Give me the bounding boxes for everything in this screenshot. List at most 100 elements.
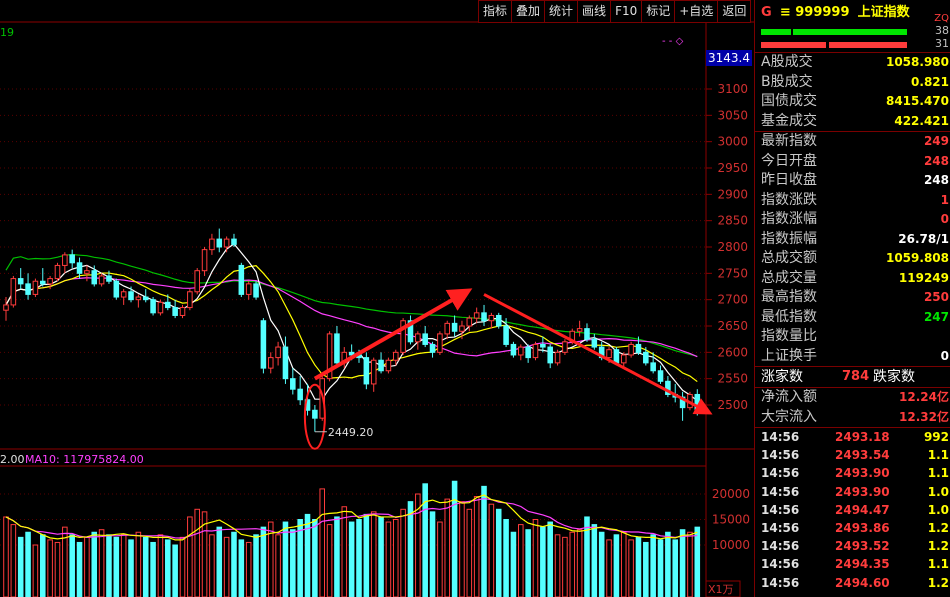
candle-body xyxy=(473,312,480,319)
volume-bar xyxy=(113,536,120,597)
toolbar-button-4[interactable]: F10 xyxy=(610,0,643,23)
volume-bar xyxy=(150,541,156,597)
candle-body xyxy=(591,338,598,348)
volume-bar xyxy=(532,519,539,597)
volume-bar xyxy=(525,529,531,597)
volume-bar xyxy=(378,516,384,597)
index-row-6-label: 总成交额 xyxy=(761,250,817,266)
candle-body xyxy=(554,351,561,364)
candle-body xyxy=(290,378,296,390)
trade-row-8: 14:56 2494.60 1.2 xyxy=(755,574,950,592)
candle-body xyxy=(3,304,9,311)
stock-name: 上证指数 xyxy=(857,5,910,20)
toolbar-button-0[interactable]: 指标 xyxy=(478,0,513,23)
quote-panel: G ≡ 999999 上证指数 ZQ 38 31 A股成交 1058.980 B股成… xyxy=(754,0,950,597)
volume-bar xyxy=(17,536,24,597)
candle-body xyxy=(429,343,436,353)
trade-time: 14:56 xyxy=(761,502,800,517)
trade-row-4: 14:56 2494.47 1.0 xyxy=(755,501,950,519)
trade-price: 2493.90 xyxy=(835,466,890,481)
trade-price: 2494.47 xyxy=(835,502,890,517)
volume-bar xyxy=(290,529,296,597)
volume-bar xyxy=(363,513,370,597)
trade-volume: 1.1 xyxy=(927,557,949,572)
toolbar-button-5[interactable]: 标记 xyxy=(641,0,676,23)
candle-body xyxy=(157,301,164,314)
trade-volume: 1.0 xyxy=(927,502,949,517)
kline-chart[interactable]: 3100 3050 3000 2950 2900 2850 2800 2750 2700 2650… xyxy=(0,0,754,597)
volume-bar xyxy=(223,536,230,597)
candle-body xyxy=(91,270,98,285)
candle-body xyxy=(187,291,193,309)
candle-body xyxy=(76,262,83,274)
volume-bar xyxy=(69,534,75,597)
candle-body xyxy=(510,343,517,356)
advance-bar: 38 xyxy=(755,24,950,39)
volume-bar xyxy=(466,508,473,597)
volume-label-left: 2.00 xyxy=(0,453,25,466)
volume-bar xyxy=(650,534,656,597)
corner-label: 19 xyxy=(0,26,14,39)
volume-bar xyxy=(392,519,399,597)
up-count-value: 784 xyxy=(842,369,870,384)
volume-bar xyxy=(370,511,377,597)
candle-body xyxy=(422,333,428,345)
candle-body xyxy=(562,341,568,353)
candle-body xyxy=(459,325,465,332)
volume-bar xyxy=(554,534,561,597)
candle-body xyxy=(378,359,384,372)
candle-body xyxy=(223,238,230,248)
volume-bar xyxy=(128,539,134,597)
ma10-line xyxy=(5,265,698,383)
volume-bar xyxy=(179,536,186,597)
candle-body xyxy=(267,357,274,369)
candle-body xyxy=(532,343,539,359)
candle-body xyxy=(142,296,149,301)
volume-bar xyxy=(120,534,127,597)
candle-body xyxy=(179,307,186,316)
volume-unit-label: X1万 xyxy=(708,583,734,596)
volume-bar xyxy=(135,531,142,597)
candle-body xyxy=(584,328,590,340)
volume-bar xyxy=(39,534,46,597)
index-row-1: 今日开盘 248 xyxy=(755,152,950,172)
index-row-9-label: 最低指数 xyxy=(761,308,817,325)
index-row-8-value: 250 xyxy=(923,290,949,304)
volume-bar xyxy=(584,516,590,597)
candle-body xyxy=(385,359,392,372)
candle-body xyxy=(260,320,267,369)
volume-bar xyxy=(459,501,465,597)
candle-body xyxy=(32,280,39,295)
trade-volume: 1.0 xyxy=(927,484,949,499)
index-row-2: 昨日收盘 248 xyxy=(755,171,950,191)
tick-trade-list[interactable]: 14:56 2493.18 992 14:56 2493.54 1.1 14:56 2493.… xyxy=(755,428,950,592)
candle-body xyxy=(106,275,112,282)
volume-bar xyxy=(326,524,333,597)
volume-bar xyxy=(84,536,90,597)
volume-bar xyxy=(319,488,326,597)
candle-body xyxy=(312,409,318,419)
toolbar-button-2[interactable]: 统计 xyxy=(544,0,579,23)
toolbar-button-1[interactable]: 叠加 xyxy=(511,0,546,23)
candle-body xyxy=(39,280,46,285)
volume-bar xyxy=(451,480,458,597)
volume-bar xyxy=(385,521,392,597)
index-row-7: 总成交量 119249 xyxy=(755,269,950,289)
candle-body xyxy=(216,238,223,248)
candle-body xyxy=(518,346,524,356)
trade-row-1: 14:56 2493.54 1.1 xyxy=(755,446,950,464)
volume-bar xyxy=(304,513,311,597)
toolbar-button-7[interactable]: 返回 xyxy=(717,0,752,23)
index-row-0: 最新指数 249 xyxy=(755,132,950,152)
toolbar-button-6[interactable]: +自选 xyxy=(674,0,719,23)
volume-bar xyxy=(679,529,686,597)
volume-row-3: 基金成交 422.421 xyxy=(755,112,950,132)
volume-bar xyxy=(76,541,83,597)
candle-body xyxy=(437,333,443,353)
low-point-label: 2449.20 xyxy=(328,426,374,439)
candle-body xyxy=(451,322,458,332)
index-row-6: 总成交额 1059.808 xyxy=(755,249,950,269)
toolbar-button-3[interactable]: 画线 xyxy=(577,0,612,23)
volume-bar xyxy=(142,536,149,597)
index-row-4-value: 0 xyxy=(940,212,949,226)
